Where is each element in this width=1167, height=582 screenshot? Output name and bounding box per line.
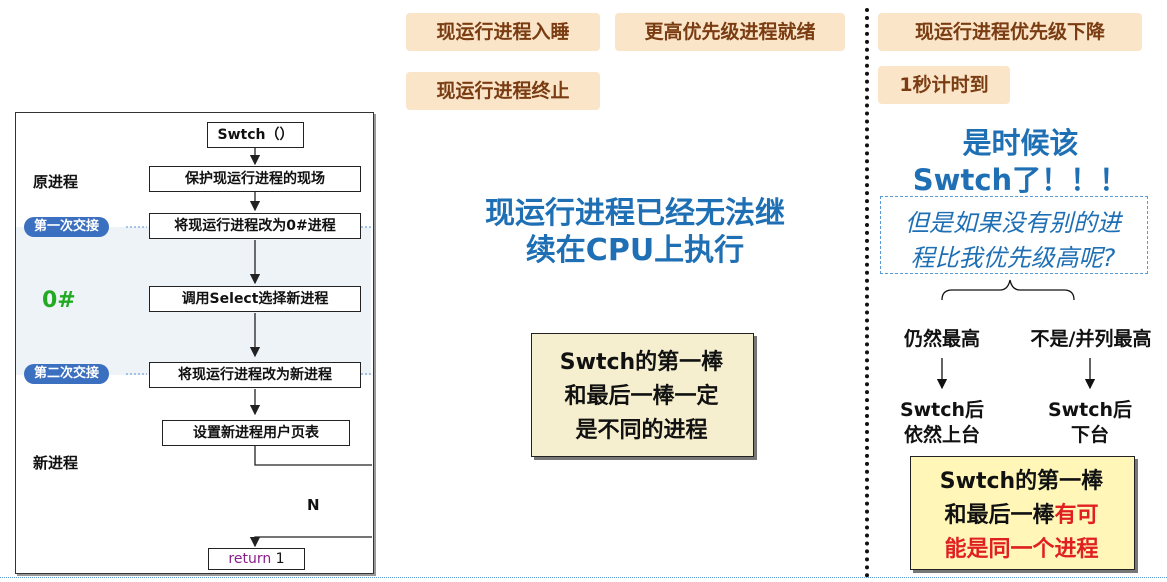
time-to-switch-line-2: Swtch了！！！: [912, 163, 1129, 197]
flow-return: return 1: [208, 548, 305, 570]
flow-call-select: 调用Select选择新进程: [149, 286, 361, 312]
flow-start-swtch: Swtch（）: [207, 122, 304, 148]
same-box-line-3: 能是同一个进程: [944, 537, 1099, 562]
tag-timeout: 1秒计时到: [878, 66, 1010, 104]
leave-line-1: Swtch后: [1047, 399, 1133, 421]
flow-protect-context: 保护现运行进程的现场: [149, 166, 361, 192]
question-line-2: 程比我优先级高呢?: [910, 244, 1116, 272]
label-new-process: 新进程: [33, 454, 79, 472]
return-keyword: return: [228, 551, 272, 567]
time-to-switch-line-1: 是时候该: [962, 126, 1079, 160]
flowchart-connectors: [126, 147, 372, 548]
flow-set-zero-process: 将现运行进程改为0#进程: [149, 213, 361, 239]
flow-set-new-process: 将现运行进程改为新进程: [149, 362, 361, 388]
different-box-line-1: Swtch的第一棒: [559, 350, 724, 375]
same-box-line-2-red: 有可: [1054, 503, 1099, 528]
still-highest-label: 仍然最高: [903, 328, 980, 350]
pill-first-handover: 第一次交接: [24, 217, 110, 237]
label-n: N: [307, 496, 320, 514]
same-box-line-2-black: 和最后一棒: [944, 503, 1055, 528]
stay-line-2: 依然上台: [903, 424, 980, 446]
return-value: 1: [275, 551, 285, 567]
same-box-line-2: 和最后一棒有可: [910, 497, 1133, 529]
same-box-line-1: Swtch的第一棒: [939, 469, 1104, 494]
label-zero-process: 0#: [42, 288, 76, 313]
pill-second-handover: 第二次交接: [24, 364, 110, 384]
question-line-1: 但是如果没有别的进: [905, 209, 1121, 237]
label-original-process: 原进程: [33, 173, 79, 191]
tag-priority-drop: 现运行进程优先级下降: [878, 13, 1142, 51]
leave-line-2: 下台: [1070, 424, 1109, 446]
different-box-line-2: 和最后一棒一定: [564, 384, 719, 409]
cannot-continue-line-2: 续在CPU上执行: [525, 233, 745, 268]
flow-set-page-table: 设置新进程用户页表: [162, 420, 350, 446]
not-highest-label: 不是/并列最高: [1030, 328, 1152, 350]
different-box-line-3: 是不同的进程: [575, 418, 708, 443]
stay-line-1: Swtch后: [899, 399, 985, 421]
